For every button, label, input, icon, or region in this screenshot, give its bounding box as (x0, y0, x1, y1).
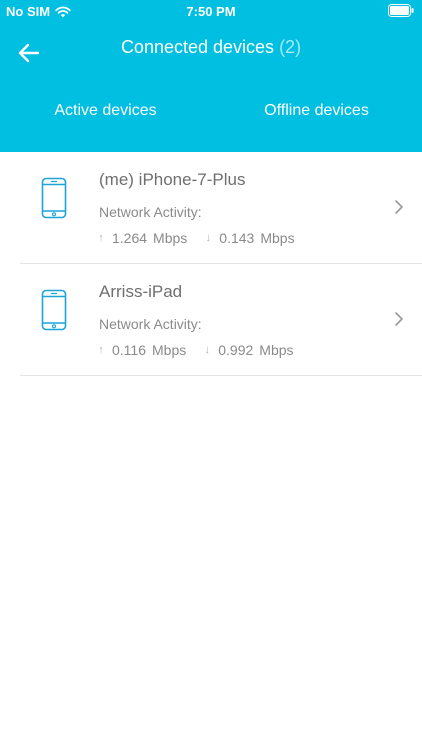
phone-icon (41, 177, 67, 219)
arrow-down-icon: ↓ (204, 344, 210, 356)
download-value: 0.992 (218, 342, 254, 358)
upload-unit: Mbps (153, 230, 188, 246)
network-rates: ↑ 0.116 Mbps ↓ 0.992 Mbps (96, 342, 293, 358)
chevron-right-icon[interactable] (394, 199, 404, 215)
header: No SIM 7:50 PM Connected devices (2) Act… (0, 0, 422, 152)
device-tabs: Active devices Offline devices (0, 92, 422, 130)
network-activity-label: Network Activity: (99, 204, 202, 220)
device-name: Arriss-iPad (99, 282, 183, 301)
download-unit: Mbps (259, 342, 294, 358)
device-list: (me) iPhone-7-Plus Network Activity: ↑ 1… (0, 152, 422, 376)
device-row-iphone[interactable]: (me) iPhone-7-Plus Network Activity: ↑ 1… (20, 152, 422, 264)
device-count: (2) (279, 37, 302, 57)
upload-unit: Mbps (152, 342, 187, 358)
phone-icon (41, 289, 67, 331)
chevron-right-icon[interactable] (394, 311, 404, 327)
arrow-down-icon: ↓ (205, 232, 212, 244)
upload-value: 0.116 (112, 342, 146, 358)
tab-active-devices[interactable]: Active devices (0, 92, 211, 130)
status-bar: No SIM 7:50 PM (0, 0, 422, 22)
upload-rate: ↑ 1.264 Mbps (96, 230, 187, 246)
arrow-up-icon: ↑ (98, 232, 104, 244)
device-row-ipad[interactable]: Arriss-iPad Network Activity: ↑ 0.116 Mb… (20, 264, 422, 376)
upload-rate: ↑ 0.116 Mbps (96, 342, 186, 358)
download-value: 0.143 (219, 230, 255, 246)
page-title-text: Connected devices (120, 37, 275, 57)
battery-icon (388, 4, 414, 17)
device-name: (me) iPhone-7-Plus (99, 170, 246, 189)
upload-value: 1.264 (112, 230, 148, 246)
page-title: Connected devices (2) (0, 36, 422, 58)
download-rate: ↓ 0.992 Mbps (202, 342, 293, 358)
network-activity-label: Network Activity: (99, 316, 202, 332)
tab-offline-devices[interactable]: Offline devices (211, 92, 422, 130)
arrow-up-icon: ↑ (98, 344, 104, 356)
status-time: 7:50 PM (186, 4, 236, 19)
download-unit: Mbps (260, 230, 295, 246)
download-rate: ↓ 0.143 Mbps (203, 230, 295, 246)
network-rates: ↑ 1.264 Mbps ↓ 0.143 Mbps (96, 230, 295, 246)
